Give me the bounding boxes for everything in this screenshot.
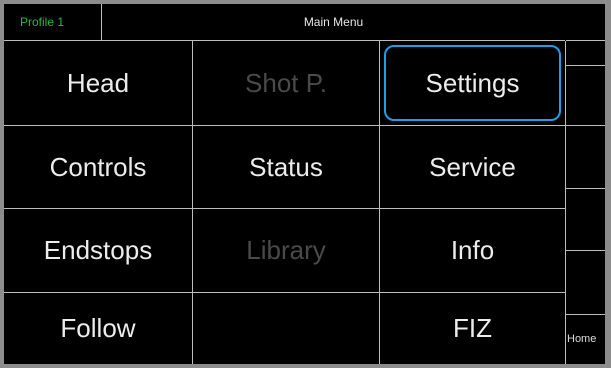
menu-item-head[interactable]: Head bbox=[4, 41, 193, 126]
menu-item-label: Settings bbox=[425, 67, 520, 98]
menu-item-fiz[interactable]: FIZ bbox=[380, 293, 566, 364]
menu-item-label: Head bbox=[66, 67, 130, 98]
menu-item-endstops[interactable]: Endstops bbox=[4, 209, 193, 293]
menu-item-info[interactable]: Info bbox=[380, 209, 566, 293]
side-button-6[interactable] bbox=[566, 251, 605, 315]
menu-item-label: Endstops bbox=[43, 235, 153, 265]
side-button-column: Home bbox=[566, 4, 605, 364]
page-title: Main Menu bbox=[303, 15, 364, 29]
menu-item-library[interactable]: Library bbox=[193, 209, 380, 293]
profile-button[interactable]: Profile 1 bbox=[4, 4, 102, 40]
menu-item-status[interactable]: Status bbox=[193, 126, 380, 209]
side-button-4[interactable] bbox=[566, 126, 605, 189]
menu-item-controls[interactable]: Controls bbox=[4, 126, 193, 209]
menu-item-label: Library bbox=[246, 235, 326, 265]
menu-item-label: Info bbox=[450, 235, 495, 265]
menu-item-label: Follow bbox=[60, 313, 136, 343]
home-button[interactable]: Home bbox=[566, 315, 605, 364]
menu-item-follow[interactable]: Follow bbox=[4, 293, 193, 364]
side-button-3[interactable] bbox=[566, 66, 605, 126]
header-bar: Profile 1 Main Menu bbox=[4, 4, 565, 41]
menu-item-label: Status bbox=[249, 151, 323, 182]
side-button-5[interactable] bbox=[566, 189, 605, 251]
main-menu-grid: Head Shot P. Settings Controls Status Se… bbox=[4, 41, 566, 364]
menu-item-settings[interactable]: Settings bbox=[380, 41, 566, 126]
menu-item-empty bbox=[193, 293, 380, 364]
device-screen: Profile 1 Main Menu Head Shot P. Setting… bbox=[4, 4, 605, 364]
menu-item-label: Controls bbox=[49, 151, 147, 182]
menu-item-label: Shot P. bbox=[245, 67, 327, 98]
menu-item-label: Service bbox=[429, 151, 516, 182]
menu-item-label: FIZ bbox=[453, 313, 492, 343]
side-button-2[interactable] bbox=[566, 41, 605, 66]
menu-item-shot-p[interactable]: Shot P. bbox=[193, 41, 380, 126]
side-button-1[interactable] bbox=[566, 4, 605, 41]
menu-item-service[interactable]: Service bbox=[380, 126, 566, 209]
